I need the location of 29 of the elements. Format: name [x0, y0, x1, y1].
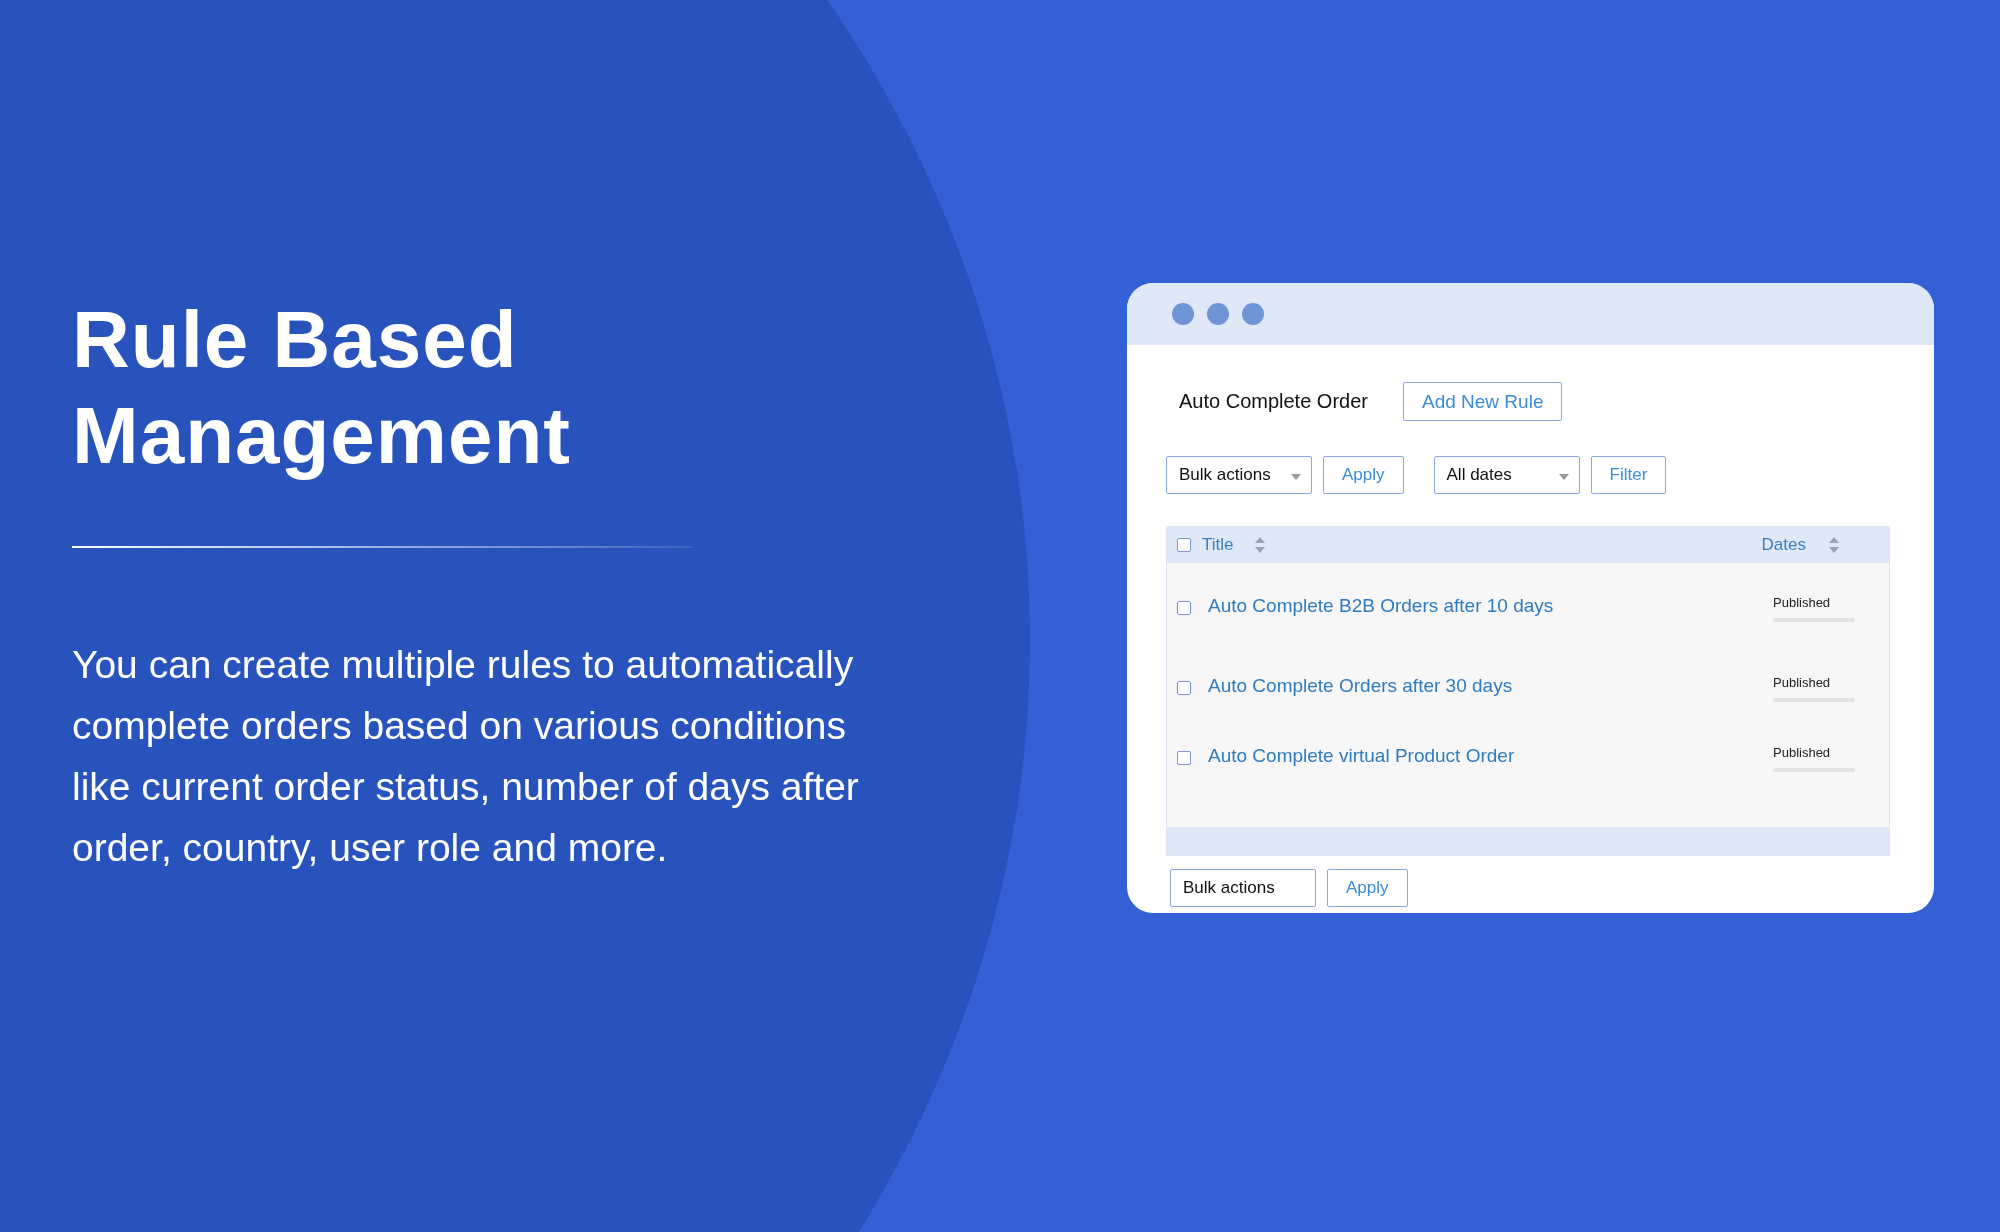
bulk-actions-dropdown[interactable]: Bulk actions — [1166, 456, 1312, 494]
window-dot-icon — [1242, 303, 1264, 325]
sort-icon[interactable] — [1829, 537, 1839, 553]
bulk-actions-dropdown[interactable]: Bulk actions — [1170, 869, 1316, 907]
apply-button[interactable]: Apply — [1323, 456, 1404, 494]
page-heading: Auto Complete Order — [1179, 390, 1369, 413]
hero-description: You can create multiple rules to automatically complete orders based on various conditions like current order status, number of days after order, country, user role and more. — [72, 642, 860, 871]
rule-title-link[interactable]: Auto Complete virtual Product Order — [1208, 745, 1515, 767]
window-dot-icon — [1207, 303, 1229, 325]
date-dropdown[interactable]: All dates — [1433, 456, 1580, 494]
hero-title: Rule Based Management — [72, 294, 572, 482]
status-text: Published — [1773, 745, 1832, 760]
apply-button[interactable]: Apply — [1327, 869, 1408, 907]
status-text: Published — [1773, 675, 1832, 690]
row-checkbox[interactable] — [1177, 681, 1191, 695]
column-header[interactable]: Title — [1202, 535, 1234, 555]
column-header[interactable]: Dates — [1761, 535, 1806, 555]
row-checkbox[interactable] — [1177, 751, 1191, 765]
caret-icon — [1291, 474, 1301, 480]
status-text: Published — [1773, 595, 1832, 610]
caret-icon — [1558, 474, 1569, 480]
add-new-rule-button[interactable]: Add New Rule — [1403, 382, 1563, 421]
row-checkbox[interactable] — [1177, 601, 1191, 615]
select-all-checkbox[interactable] — [1177, 538, 1191, 552]
filter-button[interactable]: Filter — [1590, 456, 1667, 494]
rule-title-link[interactable]: Auto Complete B2B Orders after 10 days — [1208, 595, 1554, 617]
rule-title-link[interactable]: Auto Complete Orders after 30 days — [1208, 675, 1513, 697]
window-dot-icon — [1172, 303, 1194, 325]
sort-icon[interactable] — [1254, 537, 1265, 553]
